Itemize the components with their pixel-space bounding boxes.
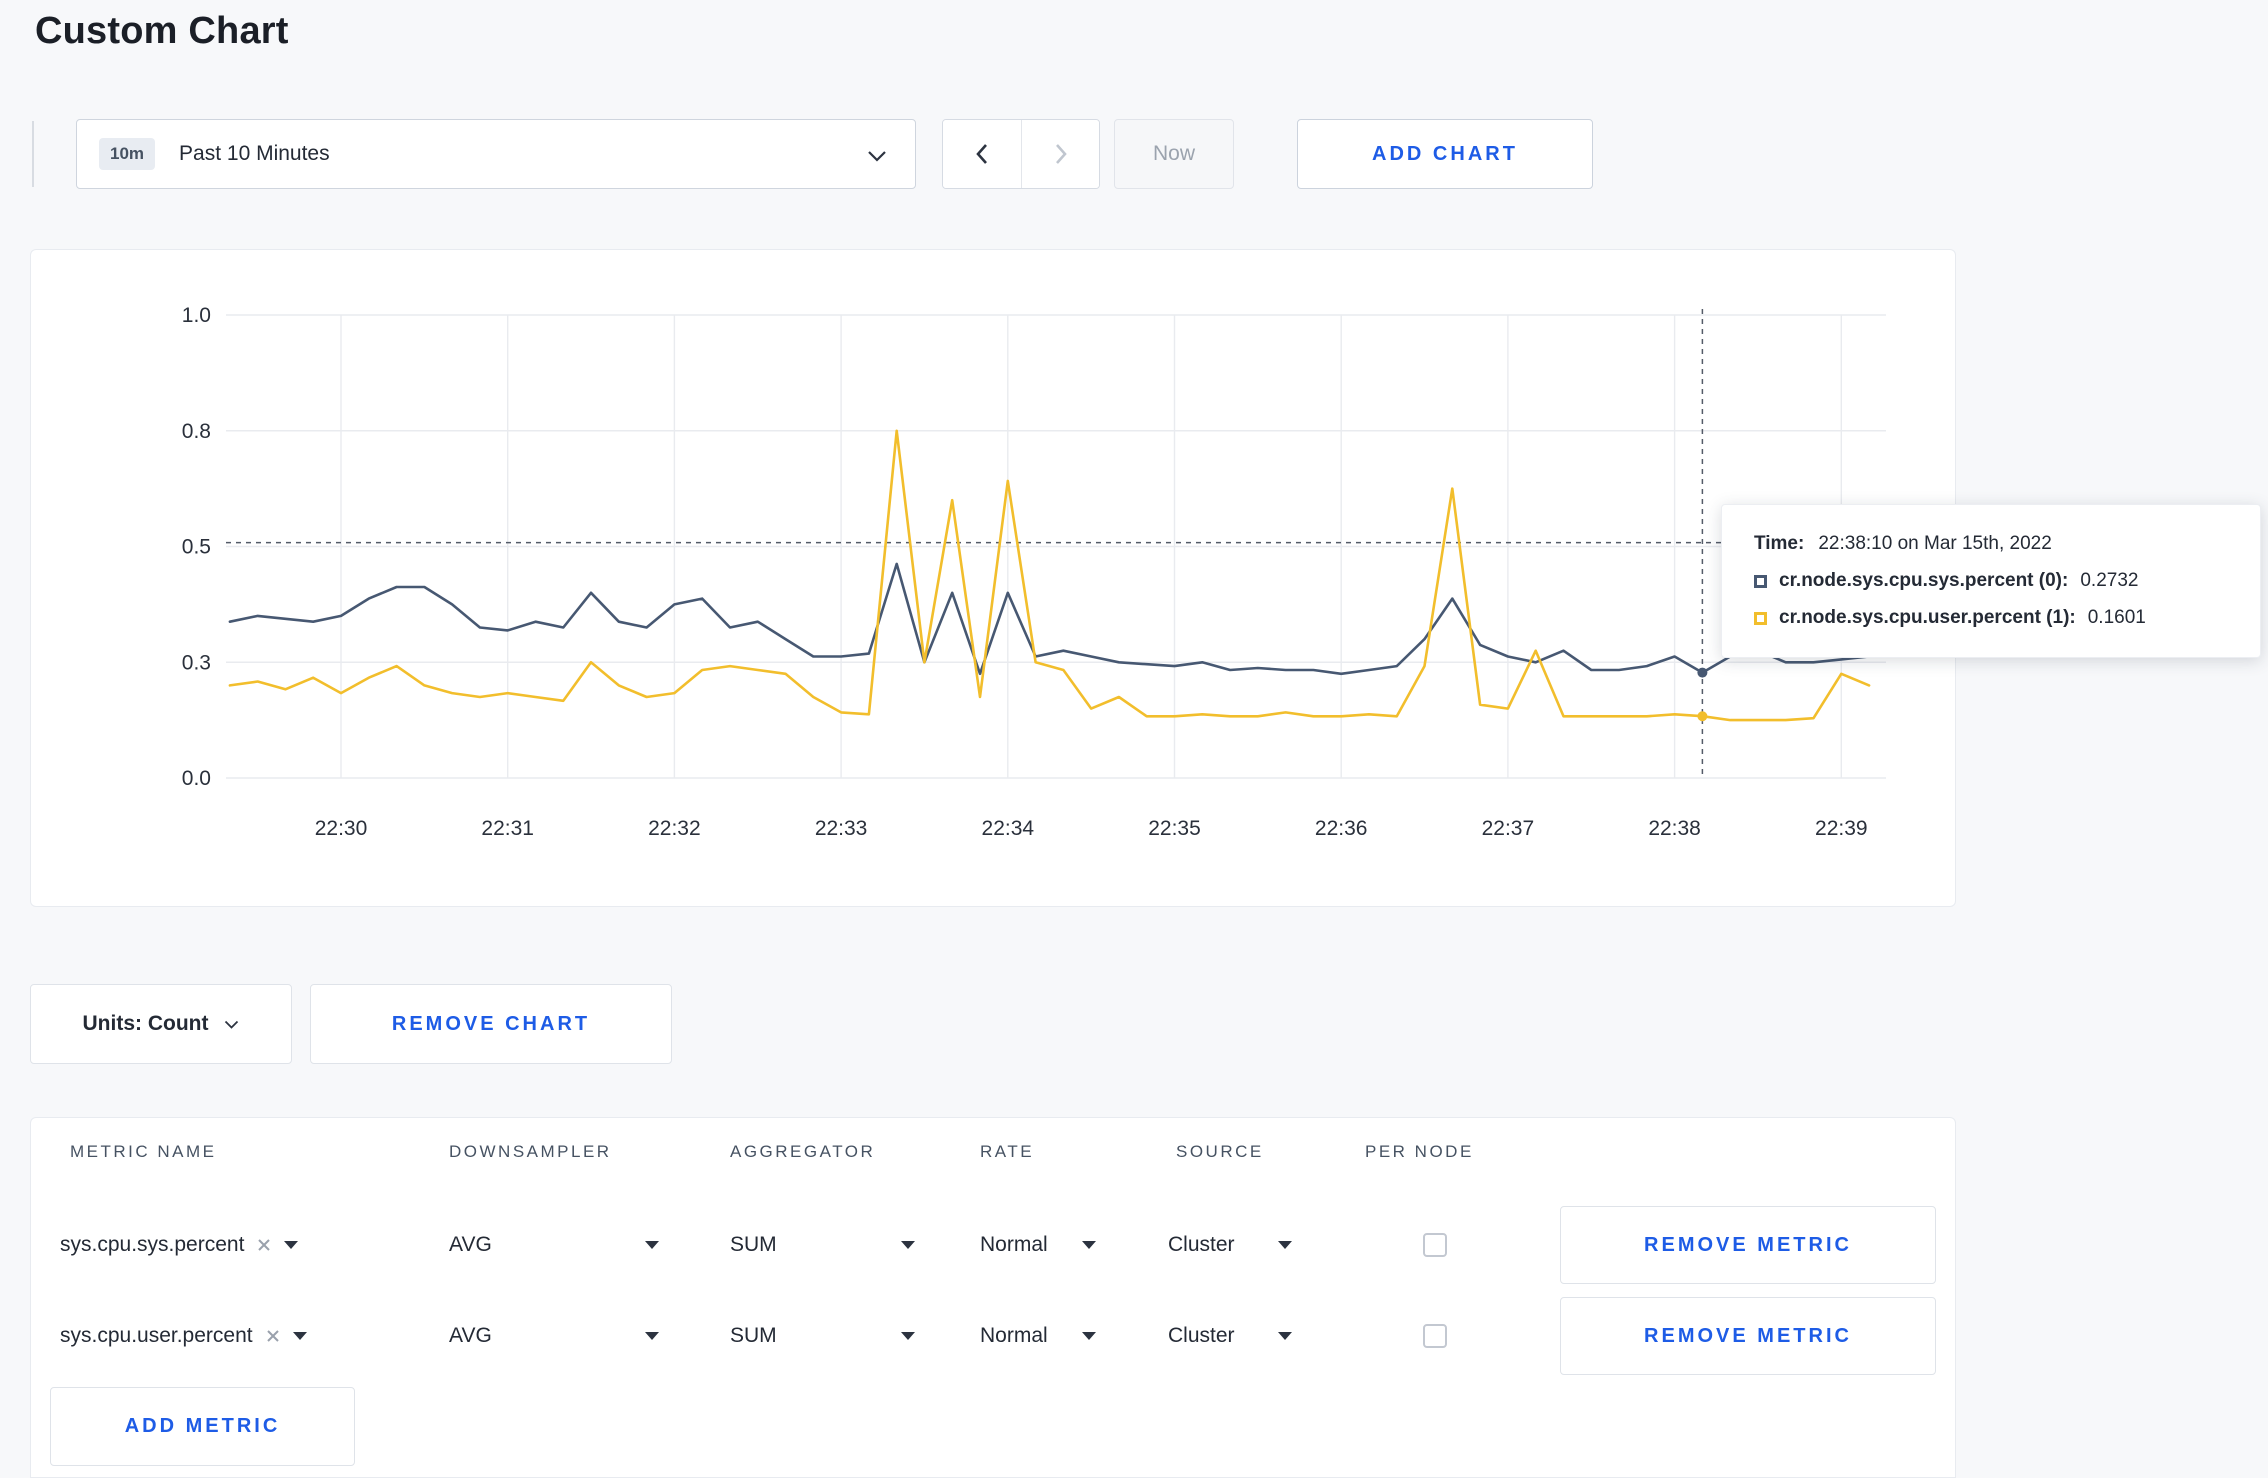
- source-value: Cluster: [1168, 1324, 1235, 1347]
- time-range-badge: 10m: [99, 138, 156, 170]
- source-select[interactable]: Cluster: [1168, 1233, 1292, 1257]
- time-nav-group: [942, 119, 1100, 189]
- tooltip-series-value: 0.2732: [2080, 570, 2139, 591]
- tooltip-series-label: cr.node.sys.cpu.sys.percent (0):: [1779, 570, 2069, 591]
- series-user-swatch-icon: [1754, 611, 1767, 625]
- column-header-per-node: PER NODE: [1365, 1142, 1474, 1161]
- chevron-right-icon: [1055, 144, 1067, 164]
- aggregator-value: SUM: [730, 1324, 777, 1347]
- caret-down-icon: [1082, 1332, 1096, 1340]
- aggregator-select[interactable]: SUM: [730, 1233, 915, 1257]
- column-header-source: SOURCE: [1176, 1142, 1264, 1161]
- tooltip-series-value: 0.1601: [2087, 607, 2146, 628]
- per-node-checkbox[interactable]: [1423, 1233, 1447, 1257]
- chart-card: 0.0 0.3 0.5 0.8 1.0 22:30 22:31 22:32 22:33 22:34…: [30, 249, 1956, 907]
- caret-down-icon: [901, 1241, 915, 1249]
- next-time-button[interactable]: [1021, 120, 1099, 188]
- per-node-checkbox[interactable]: [1423, 1324, 1447, 1348]
- toolbar-divider: [32, 121, 34, 187]
- aggregator-select[interactable]: SUM: [730, 1324, 915, 1348]
- aggregator-value: SUM: [730, 1233, 777, 1256]
- svg-text:22:38: 22:38: [1648, 817, 1701, 840]
- svg-text:22:36: 22:36: [1315, 817, 1368, 840]
- svg-text:22:35: 22:35: [1148, 817, 1201, 840]
- remove-metric-button[interactable]: REMOVE METRIC: [1560, 1206, 1936, 1284]
- metric-table-row: sys.cpu.user.percent AVG SUM Normal Clus…: [31, 1297, 1955, 1375]
- remove-chart-button[interactable]: REMOVE CHART: [310, 984, 672, 1064]
- metric-name-select[interactable]: sys.cpu.sys.percent: [60, 1233, 299, 1257]
- custom-chart-page: Custom Chart 10m Past 10 Minutes Now ADD…: [0, 0, 2268, 1478]
- remove-metric-button[interactable]: REMOVE METRIC: [1560, 1297, 1936, 1375]
- caret-down-icon: [645, 1241, 659, 1249]
- svg-text:0.3: 0.3: [182, 651, 211, 674]
- downsampler-select[interactable]: AVG: [449, 1233, 659, 1257]
- caret-down-icon: [1082, 1241, 1096, 1249]
- column-header-aggregator: AGGREGATOR: [730, 1142, 876, 1161]
- downsampler-value: AVG: [449, 1324, 492, 1347]
- tooltip-series-label: cr.node.sys.cpu.user.percent (1):: [1779, 607, 2076, 628]
- metric-name-label: sys.cpu.sys.percent: [60, 1233, 245, 1256]
- clear-metric-icon[interactable]: [257, 1238, 271, 1252]
- svg-text:22:32: 22:32: [648, 817, 701, 840]
- svg-text:22:30: 22:30: [315, 817, 368, 840]
- svg-text:0.0: 0.0: [182, 767, 211, 790]
- downsampler-select[interactable]: AVG: [449, 1324, 659, 1348]
- metric-name-select[interactable]: sys.cpu.user.percent: [60, 1324, 307, 1348]
- rate-value: Normal: [980, 1233, 1048, 1256]
- series-sys-swatch-icon: [1754, 574, 1767, 588]
- chevron-left-icon: [976, 144, 987, 164]
- caret-down-icon: [645, 1332, 659, 1340]
- chart-tooltip: Time: 22:38:10 on Mar 15th, 2022 cr.node.…: [1721, 504, 2261, 658]
- rate-select[interactable]: Normal: [980, 1233, 1096, 1257]
- svg-text:22:33: 22:33: [815, 817, 868, 840]
- tooltip-series-row: cr.node.sys.cpu.user.percent (1): 0.1601: [1754, 607, 2228, 629]
- svg-text:0.5: 0.5: [182, 536, 211, 559]
- rate-select[interactable]: Normal: [980, 1324, 1096, 1348]
- column-header-downsampler: DOWNSAMPLER: [449, 1142, 612, 1161]
- now-button[interactable]: Now: [1114, 119, 1234, 189]
- chevron-down-icon: [225, 1020, 239, 1029]
- caret-down-icon: [292, 1332, 307, 1340]
- units-select[interactable]: Units: Count: [30, 984, 292, 1064]
- svg-text:22:37: 22:37: [1482, 817, 1535, 840]
- time-range-label: Past 10 Minutes: [179, 142, 330, 165]
- prev-time-button[interactable]: [943, 120, 1021, 188]
- caret-down-icon: [284, 1241, 299, 1249]
- svg-text:1.0: 1.0: [182, 304, 211, 327]
- tooltip-time-label: Time:: [1754, 533, 1805, 554]
- metrics-line-chart[interactable]: 0.0 0.3 0.5 0.8 1.0 22:30 22:31 22:32 22:33 22:34…: [31, 250, 1957, 908]
- svg-text:0.8: 0.8: [182, 420, 211, 443]
- caret-down-icon: [1278, 1332, 1292, 1340]
- tooltip-series-row: cr.node.sys.cpu.sys.percent (0): 0.2732: [1754, 570, 2228, 592]
- downsampler-value: AVG: [449, 1233, 492, 1256]
- metrics-table-card: METRIC NAME DOWNSAMPLER AGGREGATOR RATE …: [30, 1117, 1956, 1478]
- caret-down-icon: [1278, 1241, 1292, 1249]
- svg-text:22:31: 22:31: [481, 817, 534, 840]
- chevron-down-icon: [868, 151, 886, 162]
- tooltip-time-row: Time: 22:38:10 on Mar 15th, 2022: [1754, 533, 2228, 555]
- add-chart-button[interactable]: ADD CHART: [1297, 119, 1593, 189]
- clear-metric-icon[interactable]: [266, 1329, 280, 1343]
- units-label: Units: Count: [82, 1012, 209, 1035]
- column-header-rate: RATE: [980, 1142, 1035, 1161]
- column-header-metric-name: METRIC NAME: [70, 1142, 217, 1161]
- metric-name-label: sys.cpu.user.percent: [60, 1324, 253, 1347]
- metric-table-row: sys.cpu.sys.percent AVG SUM Normal Clust…: [31, 1206, 1955, 1284]
- page-title: Custom Chart: [35, 10, 289, 52]
- source-select[interactable]: Cluster: [1168, 1324, 1292, 1348]
- time-range-select[interactable]: 10m Past 10 Minutes: [76, 119, 916, 189]
- add-metric-button[interactable]: ADD METRIC: [50, 1387, 355, 1466]
- source-value: Cluster: [1168, 1233, 1235, 1256]
- svg-text:22:34: 22:34: [982, 817, 1035, 840]
- svg-text:22:39: 22:39: [1815, 817, 1868, 840]
- rate-value: Normal: [980, 1324, 1048, 1347]
- caret-down-icon: [901, 1332, 915, 1340]
- tooltip-time-value: 22:38:10 on Mar 15th, 2022: [1818, 533, 2052, 554]
